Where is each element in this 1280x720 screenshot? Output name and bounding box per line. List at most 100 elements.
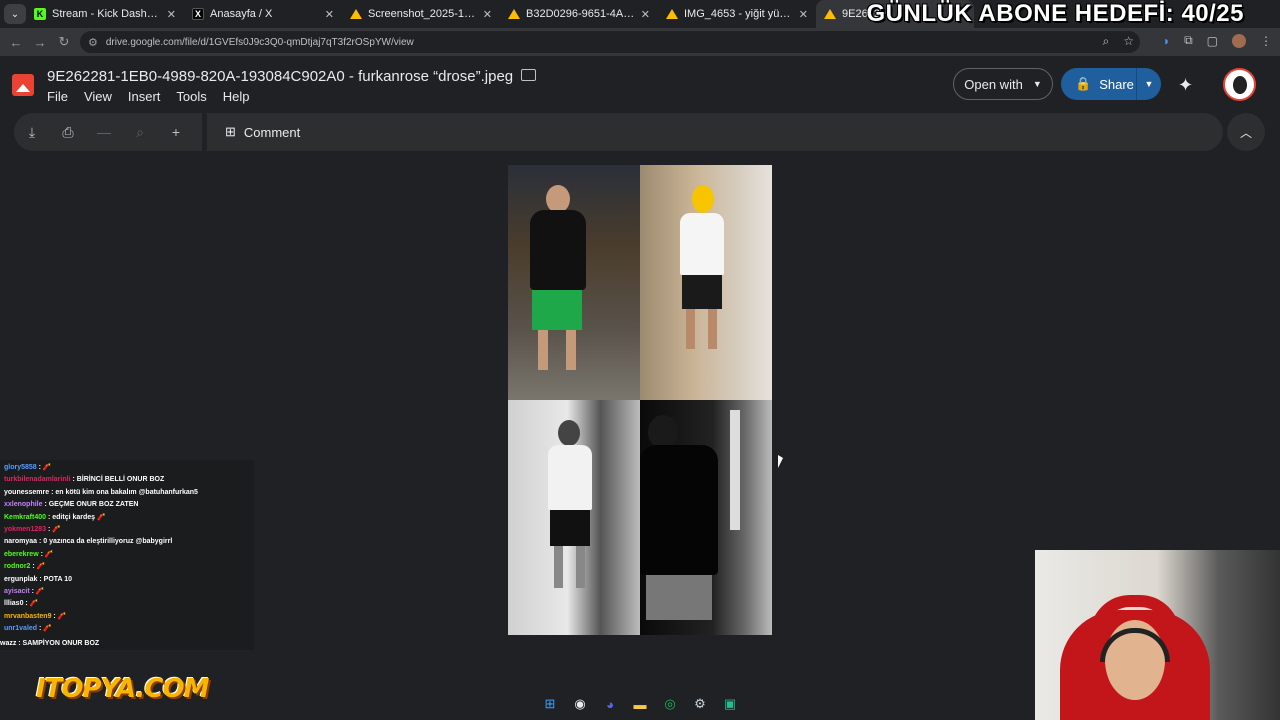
tab-screenshot[interactable]: Screenshot_2025-12-27-22-49 ✕	[342, 0, 500, 28]
chat-username[interactable]: turkbilenadamlarinli	[4, 476, 71, 483]
chat-username[interactable]: younessemre	[4, 489, 49, 496]
url-input[interactable]: ⚙ drive.google.com/file/d/1GVEfs0J9c3Q0-…	[80, 31, 1140, 53]
subscriber-goal-overlay: GÜNLÜK ABONE HEDEFİ: 40/25	[866, 0, 1244, 27]
chat-username[interactable]: eberekrew	[4, 551, 39, 558]
chat-message: yokmen1283 : 🧨	[0, 524, 254, 536]
drive-icon	[350, 8, 362, 20]
open-with-button[interactable]: Open with ▼	[953, 68, 1053, 100]
profile-avatar[interactable]	[1232, 33, 1246, 48]
photo-top-left	[508, 165, 640, 400]
chat-text: : 🧨	[36, 464, 52, 471]
tab-search-button[interactable]: ⌄	[4, 4, 26, 24]
taskbar: ⊞ ◉ ◕ ▬ ◎ ⚙ ▣	[540, 692, 740, 716]
close-icon[interactable]: ✕	[325, 8, 334, 21]
discord-icon[interactable]: ◕	[600, 694, 620, 714]
move-folder-icon[interactable]	[521, 69, 536, 81]
comment-button[interactable]: ⊞ Comment	[207, 113, 1223, 151]
url-text: drive.google.com/file/d/1GVEfs0J9c3Q0-qm…	[105, 36, 414, 48]
chat-text: : 🧨	[51, 612, 67, 620]
zoom-icon[interactable]: ⌕	[1103, 34, 1110, 49]
tab-b32d0296[interactable]: B32D0296-9651-4A22-AE24-0 ✕	[500, 0, 658, 28]
tab-kick-dashboard[interactable]: K Stream - Kick Dashboard ✕	[26, 0, 184, 28]
extension-icon[interactable]: ◗	[1163, 34, 1170, 48]
chat-username[interactable]: xxlenophile	[4, 501, 43, 508]
chat-username[interactable]: mrvanbasten9	[4, 613, 51, 620]
zoom-in-icon[interactable]: +	[158, 124, 194, 140]
chrome-icon[interactable]: ◉	[570, 694, 590, 714]
menu-bar: File View Insert Tools Help	[47, 89, 250, 104]
menu-insert[interactable]: Insert	[128, 89, 161, 104]
print-icon[interactable]: ⎙	[50, 124, 86, 141]
sidepanel-icon[interactable]: ▢	[1207, 34, 1218, 48]
chat-message: glory5858 : 🧨	[0, 462, 254, 474]
share-button[interactable]: 🔒 Share ▼	[1061, 68, 1161, 100]
viewer-toolbar: ⤓ ⎙ — ⌕ +	[14, 113, 202, 151]
menu-file[interactable]: File	[47, 89, 68, 104]
drive-viewer-header: 9E262281-1EB0-4989-820A-193084C902A0 - f…	[0, 58, 1280, 112]
steam-icon[interactable]: ⚙	[690, 694, 710, 714]
chat-text: : en kötü kim ona bakalım @batuhanfurkan…	[49, 488, 198, 496]
photo-bottom-right	[640, 400, 772, 635]
site-info-icon[interactable]: ⚙	[88, 36, 98, 49]
chat-text: : editçi kardeş 🧨	[46, 513, 106, 521]
menu-view[interactable]: View	[84, 89, 112, 104]
menu-help[interactable]: Help	[223, 89, 250, 104]
tab-img4653[interactable]: IMG_4653 - yiğit yüksel.JPEG - ✕	[658, 0, 816, 28]
kick-icon: K	[34, 8, 46, 20]
chat-message: unr1valed : 🧨	[0, 623, 254, 635]
chat-message: younessemre : en kötü kim ona bakalım @b…	[0, 487, 254, 499]
close-icon[interactable]: ✕	[167, 8, 176, 21]
address-bar: ← → ↻ ⚙ drive.google.com/file/d/1GVEfs0J…	[0, 28, 1280, 56]
back-icon[interactable]: ←	[4, 35, 28, 50]
chat-text: : BİRİNCİ BELLİ ONUR BOZ	[70, 476, 165, 484]
extensions-puzzle-icon[interactable]: ⧉	[1184, 33, 1193, 48]
chat-username[interactable]: lllias0	[4, 600, 23, 607]
chat-message: mrvanbasten9 : 🧨	[0, 611, 254, 623]
chat-message: turkbilenadamlarinli : BİRİNCİ BELLİ ONU…	[0, 474, 254, 486]
share-dropdown-icon[interactable]: ▼	[1137, 79, 1161, 89]
comment-icon: ⊞	[225, 124, 236, 139]
chat-text: : 0 yazınca da eleştirilliyoruz @babygir…	[37, 538, 173, 546]
close-icon[interactable]: ✕	[641, 8, 650, 21]
bookmark-star-icon[interactable]: ☆	[1123, 34, 1134, 49]
collapse-header-icon[interactable]: ︿	[1227, 113, 1265, 151]
spotify-icon[interactable]: ◎	[660, 694, 680, 714]
chat-message: rodnor2 : 🧨	[0, 561, 254, 573]
reload-icon[interactable]: ↻	[52, 34, 76, 50]
chat-username[interactable]: Kemkraft400	[4, 514, 46, 521]
close-icon[interactable]: ✕	[799, 8, 808, 21]
photo-bottom-left	[508, 400, 640, 635]
zoom-icon[interactable]: ⌕	[122, 124, 158, 141]
menu-tools[interactable]: Tools	[176, 89, 206, 104]
sponsor-logo: ITOPYA.COM	[36, 674, 209, 704]
tab-label: Anasayfa / X	[210, 8, 273, 20]
account-avatar[interactable]	[1223, 68, 1256, 101]
chat-username[interactable]: yokmen1283	[4, 526, 46, 533]
download-icon[interactable]: ⤓	[14, 124, 50, 141]
share-label: Share	[1099, 76, 1134, 92]
zoom-out-icon[interactable]: —	[86, 124, 122, 140]
chat-username[interactable]: glory5858	[4, 464, 37, 471]
gemini-sparkle-icon[interactable]: ✦	[1178, 75, 1193, 96]
chat-text: : 🧨	[46, 526, 61, 534]
chat-text: : 🧨	[23, 600, 39, 608]
chat-username[interactable]: rodnor2	[4, 563, 30, 570]
chat-username[interactable]: ergunplak	[4, 576, 37, 583]
open-with-label: Open with	[964, 76, 1023, 92]
chat-username[interactable]: unr1valed	[4, 625, 37, 632]
forward-icon[interactable]: →	[28, 35, 52, 50]
chat-text: : 🧨	[29, 588, 45, 596]
chat-username[interactable]: ayisacit	[4, 588, 30, 595]
chrome-menu-icon[interactable]: ⋮	[1260, 34, 1272, 48]
chat-last-message: wazz : SAMPİYON ONUR BOZ	[0, 640, 100, 647]
file-explorer-icon[interactable]: ▬	[630, 694, 650, 714]
close-icon[interactable]: ✕	[483, 8, 492, 21]
tab-label: IMG_4653 - yiğit yüksel.JPEG -	[684, 8, 793, 20]
windows-start-icon[interactable]: ⊞	[540, 694, 560, 714]
chat-text: : GEÇME ONUR BOZ ZATEN	[42, 501, 139, 509]
app-icon[interactable]: ▣	[720, 694, 740, 714]
stream-chat-overlay: glory5858 : 🧨 turkbilenadamlarinli : BİRİ…	[0, 460, 254, 650]
tab-x-home[interactable]: X Anasayfa / X ✕	[184, 0, 342, 28]
chat-username[interactable]: naromyaa	[4, 538, 37, 545]
chat-message: ergunplak : POTA 10	[0, 574, 254, 586]
